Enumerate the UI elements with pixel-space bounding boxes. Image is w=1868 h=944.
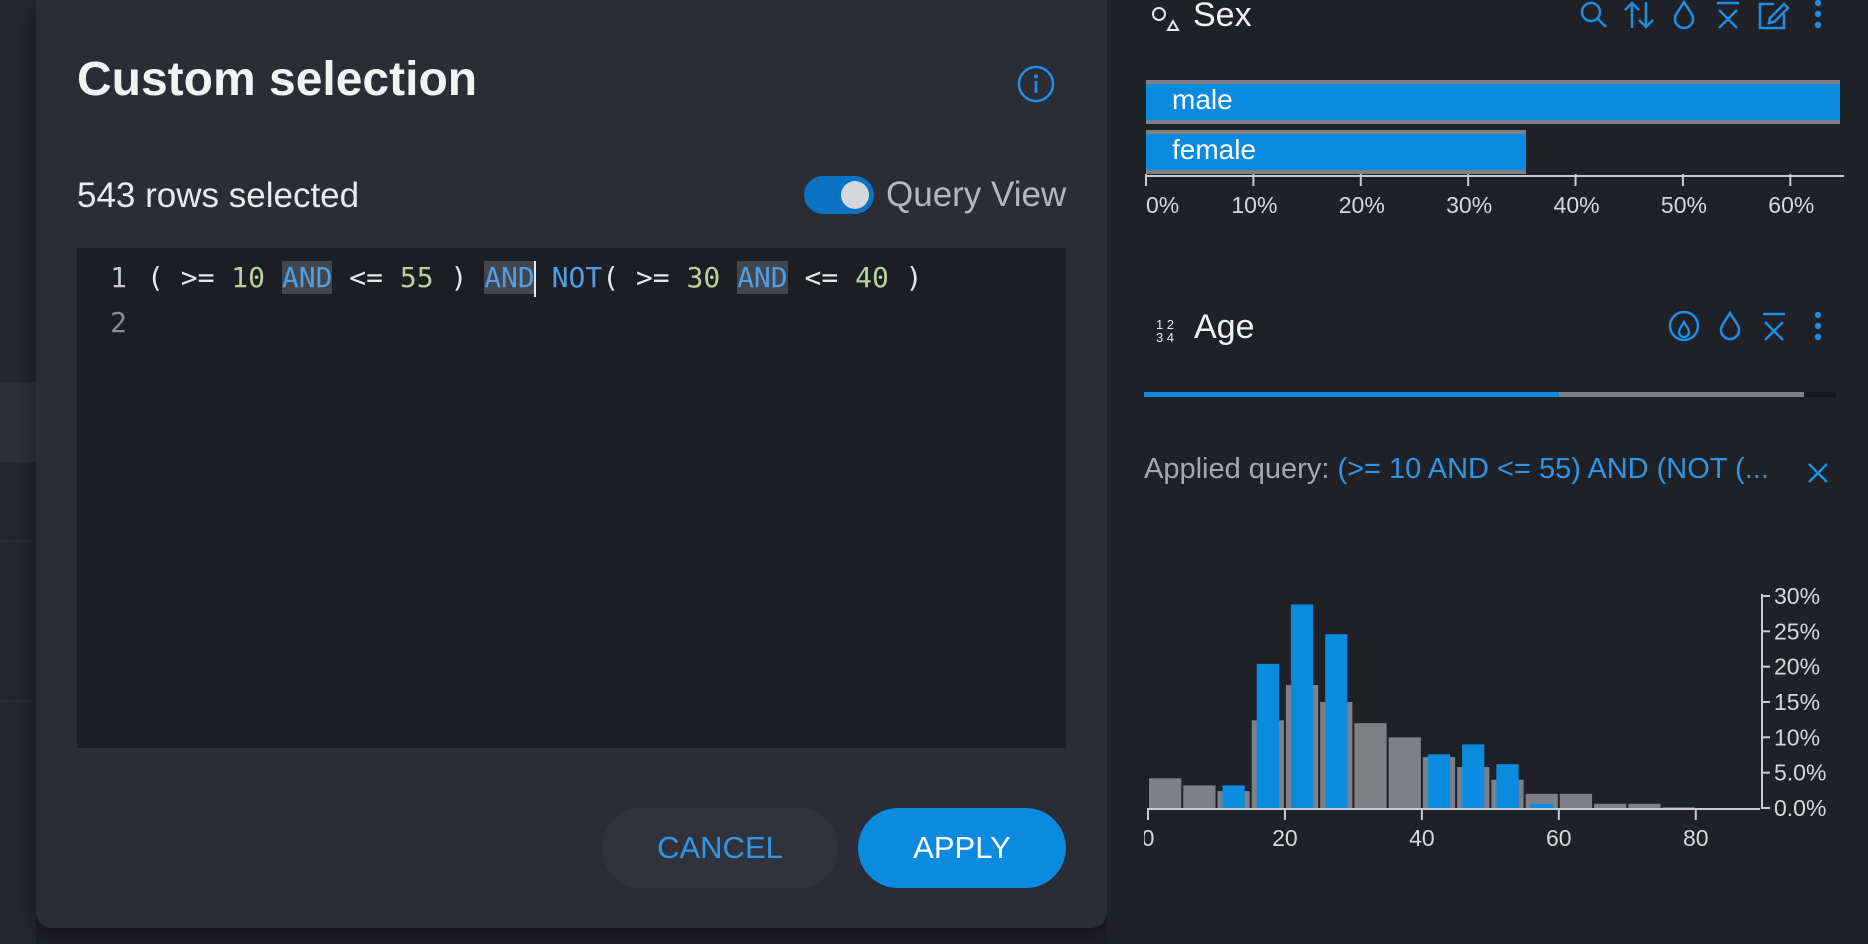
- query-token: [535, 261, 552, 294]
- age-y-tick-label: 5.0%: [1774, 760, 1826, 786]
- age-y-tick-label: 25%: [1774, 618, 1820, 644]
- age-x-tick-label: 0: [1144, 825, 1154, 851]
- filter-drop-icon[interactable]: [1668, 310, 1700, 344]
- sex-bar-label: female: [1172, 134, 1257, 165]
- age-progress-end: [1804, 392, 1836, 397]
- age-y-tick-label: 20%: [1774, 654, 1820, 680]
- histogram-bar-selected: [1496, 764, 1519, 808]
- age-section-title: Age: [1194, 308, 1255, 346]
- sex-section-title: Sex: [1193, 0, 1252, 34]
- sex-x-tick-label: 50%: [1660, 192, 1707, 218]
- age-y-tick-label: 30%: [1774, 583, 1820, 609]
- more-icon[interactable]: [1812, 310, 1824, 344]
- age-y-tick-label: 0.0%: [1774, 795, 1826, 821]
- line-number: 1: [110, 261, 127, 294]
- age-progress-fill: [1144, 392, 1560, 397]
- histogram-bar-selected: [1222, 785, 1245, 808]
- histogram-bar-total: [1388, 737, 1421, 808]
- background-divider: [0, 700, 36, 702]
- query-token: [720, 261, 737, 294]
- query-keyword: NOT: [551, 261, 603, 294]
- x-bar-icon[interactable]: [1714, 0, 1742, 30]
- query-keyword: AND: [737, 261, 788, 294]
- query-token: (: [602, 261, 636, 294]
- drop-icon[interactable]: [1670, 0, 1698, 30]
- query-token: (: [147, 261, 181, 294]
- sex-bar-label: male: [1172, 84, 1233, 115]
- query-token: >=: [635, 261, 687, 294]
- query-token: [265, 261, 282, 294]
- sex-x-axis: [1145, 174, 1844, 186]
- histogram-bar-selected: [1427, 754, 1451, 808]
- histogram-bar-selected: [1325, 634, 1348, 808]
- query-token: ): [888, 261, 923, 294]
- dialog-title: Custom selection: [77, 53, 478, 106]
- histogram-bar-selected: [1462, 744, 1485, 808]
- sex-x-tick-label: 30%: [1446, 192, 1493, 218]
- histogram-bar-total: [1594, 803, 1627, 808]
- age-x-tick-label: 40: [1409, 825, 1435, 851]
- query-view-toggle[interactable]: [804, 176, 874, 214]
- edit-icon[interactable]: [1756, 0, 1790, 30]
- numeric-icon: 1 23 4: [1155, 317, 1175, 345]
- query-token: <=: [332, 261, 400, 294]
- background-divider: [0, 540, 36, 542]
- sex-x-tick-label: 60%: [1768, 192, 1815, 218]
- histogram-bar-total: [1183, 785, 1216, 808]
- histogram-bar-total: [1559, 793, 1593, 808]
- histogram-bar-selected: [1290, 604, 1314, 808]
- age-progress-track: [1144, 392, 1836, 397]
- sex-x-tick-label: 10%: [1231, 192, 1278, 218]
- background-app-left: [0, 0, 36, 944]
- query-token: ): [433, 261, 485, 294]
- histogram-bar-selected: [1256, 663, 1279, 808]
- sex-x-tick-label: 0%: [1146, 192, 1180, 218]
- sex-bar-fill: [1146, 84, 1840, 120]
- sex-x-tick-label: 40%: [1553, 192, 1600, 218]
- query-number: 10: [231, 261, 266, 294]
- categorical-icon: [1152, 7, 1180, 31]
- age-x-tick-label: 80: [1683, 825, 1709, 851]
- info-icon[interactable]: [1016, 64, 1056, 104]
- query-token: <=: [787, 261, 856, 294]
- histogram-bar-total: [1662, 807, 1695, 808]
- age-y-tick-label: 15%: [1774, 689, 1820, 715]
- rows-selected-count: 543 rows selected: [77, 176, 360, 215]
- editor-line: 2: [77, 303, 147, 343]
- query-view-label: Query View: [886, 175, 1067, 214]
- clear-query-icon[interactable]: [1807, 462, 1829, 484]
- editor-line: 1( >= 10 AND <= 55 ) AND NOT( >= 30 AND …: [77, 258, 923, 298]
- cancel-button[interactable]: CANCEL: [602, 808, 838, 888]
- sort-icon[interactable]: [1622, 0, 1656, 30]
- age-histogram: 0 20 40 60 80 0.0% 5.0% 10% 15% 20% 25% 30%: [1144, 583, 1826, 851]
- query-number: 40: [855, 261, 889, 294]
- custom-selection-dialog: Custom selection 543 rows selected Query…: [36, 0, 1107, 928]
- query-editor[interactable]: 1( >= 10 AND <= 55 ) AND NOT( >= 30 AND …: [77, 248, 1066, 748]
- age-x-tick-label: 60: [1546, 825, 1572, 851]
- histogram-bar-selected: [1530, 803, 1553, 808]
- age-x-tick-label: 20: [1272, 825, 1298, 851]
- drop-icon[interactable]: [1716, 310, 1744, 344]
- query-number: 30: [686, 261, 721, 294]
- histogram-bar-total: [1149, 778, 1182, 808]
- line-number: 2: [110, 306, 127, 339]
- background-row-highlight: [0, 382, 36, 462]
- apply-button[interactable]: APPLY: [858, 808, 1066, 888]
- more-icon[interactable]: [1812, 0, 1824, 30]
- x-bar-icon[interactable]: [1760, 310, 1788, 344]
- search-icon[interactable]: [1578, 0, 1610, 30]
- query-token: >=: [180, 261, 232, 294]
- applied-query-label: Applied query:: [1144, 453, 1330, 485]
- applied-query: Applied query: (>= 10 AND <= 55) AND (NO…: [1144, 453, 1769, 486]
- query-keyword: AND: [484, 261, 535, 294]
- histogram-bar-total: [1354, 723, 1387, 808]
- histogram-bar-total: [1628, 803, 1661, 808]
- query-keyword: AND: [281, 261, 333, 294]
- applied-query-text[interactable]: (>= 10 AND <= 55) AND (NOT (...: [1337, 453, 1768, 485]
- toggle-knob: [841, 181, 869, 209]
- query-number: 55: [399, 261, 434, 294]
- age-y-tick-label: 10%: [1774, 724, 1820, 750]
- sex-x-tick-label: 20%: [1338, 192, 1385, 218]
